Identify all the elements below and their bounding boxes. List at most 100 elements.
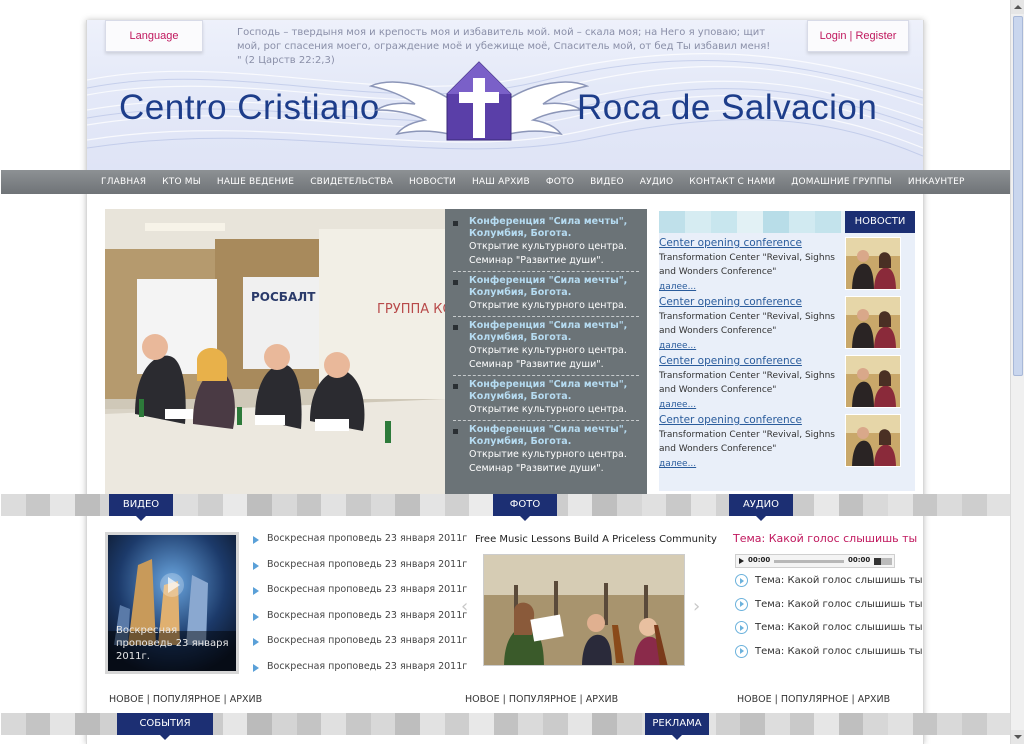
- photo-sublinks[interactable]: НОВОЕ | ПОПУЛЯРНОЕ | АРХИВ: [465, 694, 618, 705]
- play-circle-icon[interactable]: [735, 597, 748, 611]
- video-list: Воскресная проповедь 23 января 2011г Вос…: [253, 532, 467, 686]
- hero-news-line: Семинар "Развитие души".: [469, 255, 604, 266]
- video-list-item[interactable]: Воскресная проповедь 23 января 2011г: [253, 558, 467, 584]
- news-item-thumbnail[interactable]: [845, 296, 901, 349]
- hero-news-line: Открытие культурного центра.: [469, 345, 627, 356]
- bullet-square-icon: [453, 221, 458, 226]
- hero-news-item[interactable]: Конференция "Сила мечты", Колумбия, Бого…: [453, 421, 639, 479]
- hero-news-title[interactable]: Конференция "Сила мечты", Колумбия, Бого…: [469, 379, 639, 403]
- hero-news-line: Открытие культурного центра.: [469, 241, 627, 252]
- site-header: Language Господь – твердыня моя и крепос…: [87, 20, 923, 170]
- audio-time-current: 00:00: [748, 556, 771, 564]
- hero-news-title[interactable]: Конференция "Сила мечты", Колумбия, Бого…: [469, 275, 639, 299]
- tab-photo[interactable]: ФОТО: [493, 494, 557, 521]
- tab-news[interactable]: НОВОСТИ: [845, 211, 915, 233]
- news-item-link[interactable]: Center opening conference: [659, 296, 802, 308]
- news-sidebar-item: Center opening conference Transformation…: [659, 355, 915, 413]
- hero-news-line: Семинар "Развитие души".: [469, 463, 604, 474]
- news-item-link[interactable]: Center opening conference: [659, 414, 802, 426]
- hero-news-line: Открытие культурного центра.: [469, 449, 627, 460]
- nav-item-archive[interactable]: НАШ АРХИВ: [472, 170, 530, 194]
- hero-news-item[interactable]: Конференция "Сила мечты", Колумбия, Бого…: [453, 272, 639, 317]
- tab-audio[interactable]: АУДИО: [729, 494, 793, 521]
- news-sidebar-item: Center opening conference Transformation…: [659, 296, 915, 354]
- news-item-thumbnail[interactable]: [845, 355, 901, 408]
- video-list-item[interactable]: Воскресная проповедь 23 января 2011г: [253, 609, 467, 635]
- news-item-thumbnail[interactable]: [845, 237, 901, 290]
- page-container: Language Господь – твердыня моя и крепос…: [1, 20, 1012, 744]
- audio-player[interactable]: 00:00 00:00: [735, 554, 895, 568]
- nav-item-contact[interactable]: КОНТАКТ С НАМИ: [689, 170, 775, 194]
- tab-events[interactable]: СОБЫТИЯ: [117, 713, 213, 740]
- play-icon[interactable]: [739, 558, 744, 564]
- audio-list-label[interactable]: Тема: Какой голос слышишь ты: [755, 622, 922, 633]
- audio-list-label[interactable]: Тема: Какой голос слышишь ты: [755, 646, 922, 657]
- nav-item-audio[interactable]: АУДИО: [640, 170, 674, 194]
- audio-list-item[interactable]: Тема: Какой голос слышишь ты: [735, 621, 922, 645]
- news-sidebar: НОВОСТИ Center opening conference Transf…: [659, 211, 915, 491]
- video-list-item[interactable]: Воскресная проповедь 23 января 2011г: [253, 583, 467, 609]
- audio-list-item[interactable]: Тема: Какой голос слышишь ты: [735, 574, 922, 598]
- nav-item-testimonies[interactable]: СВИДЕТЕЛЬСТВА: [310, 170, 393, 194]
- nav-item-home-groups[interactable]: ДОМАШНИЕ ГРУППЫ: [791, 170, 892, 194]
- register-link[interactable]: Register: [855, 30, 896, 42]
- play-circle-icon[interactable]: [735, 574, 748, 587]
- video-list-item[interactable]: Воскресная проповедь 23 января 2011г: [253, 660, 467, 686]
- audio-list-item[interactable]: Тема: Какой голос слышишь ты: [735, 644, 922, 669]
- nav-item-news[interactable]: НОВОСТИ: [409, 170, 456, 194]
- play-circle-icon[interactable]: [735, 621, 748, 634]
- audio-list-label[interactable]: Тема: Какой голос слышишь ты: [755, 599, 922, 610]
- nav-item-encounter[interactable]: ИНКАУНТЕР: [908, 170, 965, 194]
- audio-list: Тема: Какой голос слышишь ты Тема: Какой…: [735, 574, 922, 669]
- nav-item-about[interactable]: КТО МЫ: [162, 170, 201, 194]
- play-circle-icon[interactable]: [735, 644, 748, 658]
- video-sublinks[interactable]: НОВОЕ | ПОПУЛЯРНОЕ | АРХИВ: [109, 694, 262, 705]
- nav-item-photo[interactable]: ФОТО: [546, 170, 574, 194]
- news-item-link[interactable]: Center opening conference: [659, 355, 802, 367]
- photo-title[interactable]: Free Music Lessons Build A Priceless Com…: [475, 534, 717, 545]
- scroll-up-icon[interactable]: [1011, 0, 1024, 14]
- video-list-item[interactable]: Воскресная проповедь 23 января 2011г: [253, 532, 467, 558]
- news-item-description: Transformation Center "Revival, Sighns a…: [659, 430, 835, 454]
- hero-sign-group: ГРУППА КОМ: [377, 302, 445, 317]
- chevron-left-icon[interactable]: ‹: [461, 596, 468, 617]
- video-list-item[interactable]: Воскресная проповедь 23 января 2011г: [253, 634, 467, 660]
- news-item-description: Transformation Center "Revival, Sighns a…: [659, 253, 835, 277]
- hero-sign-rosbalt: РОСБАЛТ: [251, 290, 316, 304]
- audio-list-label[interactable]: Тема: Какой голос слышишь ты: [755, 575, 922, 586]
- news-item-description: Transformation Center "Revival, Sighns a…: [659, 312, 835, 336]
- hero-news-item[interactable]: Конференция "Сила мечты", Колумбия, Бого…: [453, 213, 639, 272]
- news-item-more-link[interactable]: далее...: [659, 400, 696, 410]
- audio-list-item[interactable]: Тема: Какой голос слышишь ты: [735, 597, 922, 622]
- cross-wings-logo-icon[interactable]: [369, 60, 589, 160]
- hero-news-line: Семинар "Развитие души".: [469, 359, 604, 370]
- hero-news-title[interactable]: Конференция "Сила мечты", Колумбия, Бого…: [469, 216, 639, 240]
- language-button[interactable]: Language: [105, 20, 203, 52]
- audio-sublinks[interactable]: НОВОЕ | ПОПУЛЯРНОЕ | АРХИВ: [737, 694, 890, 705]
- hero-news-item[interactable]: Конференция "Сила мечты", Колумбия, Бого…: [453, 317, 639, 376]
- video-player-thumbnail[interactable]: Воскресная проповедь 23 января 2011г.: [105, 532, 239, 674]
- hero-conference-photo[interactable]: РОСБАЛТ ГРУППА КОМ: [105, 209, 445, 494]
- audio-progress-bar[interactable]: [774, 560, 844, 563]
- auth-links: Login | Register: [807, 20, 909, 52]
- hero-news-title[interactable]: Конференция "Сила мечты", Колумбия, Бого…: [469, 424, 639, 448]
- news-item-thumbnail[interactable]: [845, 414, 901, 467]
- photo-gallery-image[interactable]: [483, 554, 685, 666]
- nav-item-home[interactable]: ГЛАВНАЯ: [101, 170, 146, 194]
- hero-news-item[interactable]: Конференция "Сила мечты", Колумбия, Бого…: [453, 376, 639, 421]
- news-item-more-link[interactable]: далее...: [659, 282, 696, 292]
- scroll-down-icon[interactable]: [1011, 730, 1024, 744]
- news-item-more-link[interactable]: далее...: [659, 459, 696, 469]
- nav-item-vision[interactable]: НАШЕ ВЕДЕНИЕ: [217, 170, 294, 194]
- nav-item-video[interactable]: ВИДЕО: [590, 170, 624, 194]
- login-link[interactable]: Login: [820, 30, 847, 42]
- hero-news-title[interactable]: Конференция "Сила мечты", Колумбия, Бого…: [469, 320, 639, 344]
- scrollbar-thumb[interactable]: [1013, 16, 1023, 376]
- chevron-right-icon[interactable]: ›: [693, 596, 700, 617]
- news-item-more-link[interactable]: далее...: [659, 341, 696, 351]
- tab-video[interactable]: ВИДЕО: [109, 494, 173, 521]
- tab-ads[interactable]: РЕКЛАМА: [645, 713, 709, 740]
- volume-icon[interactable]: [874, 558, 892, 565]
- news-item-link[interactable]: Center opening conference: [659, 237, 802, 249]
- vertical-scrollbar[interactable]: [1010, 0, 1024, 744]
